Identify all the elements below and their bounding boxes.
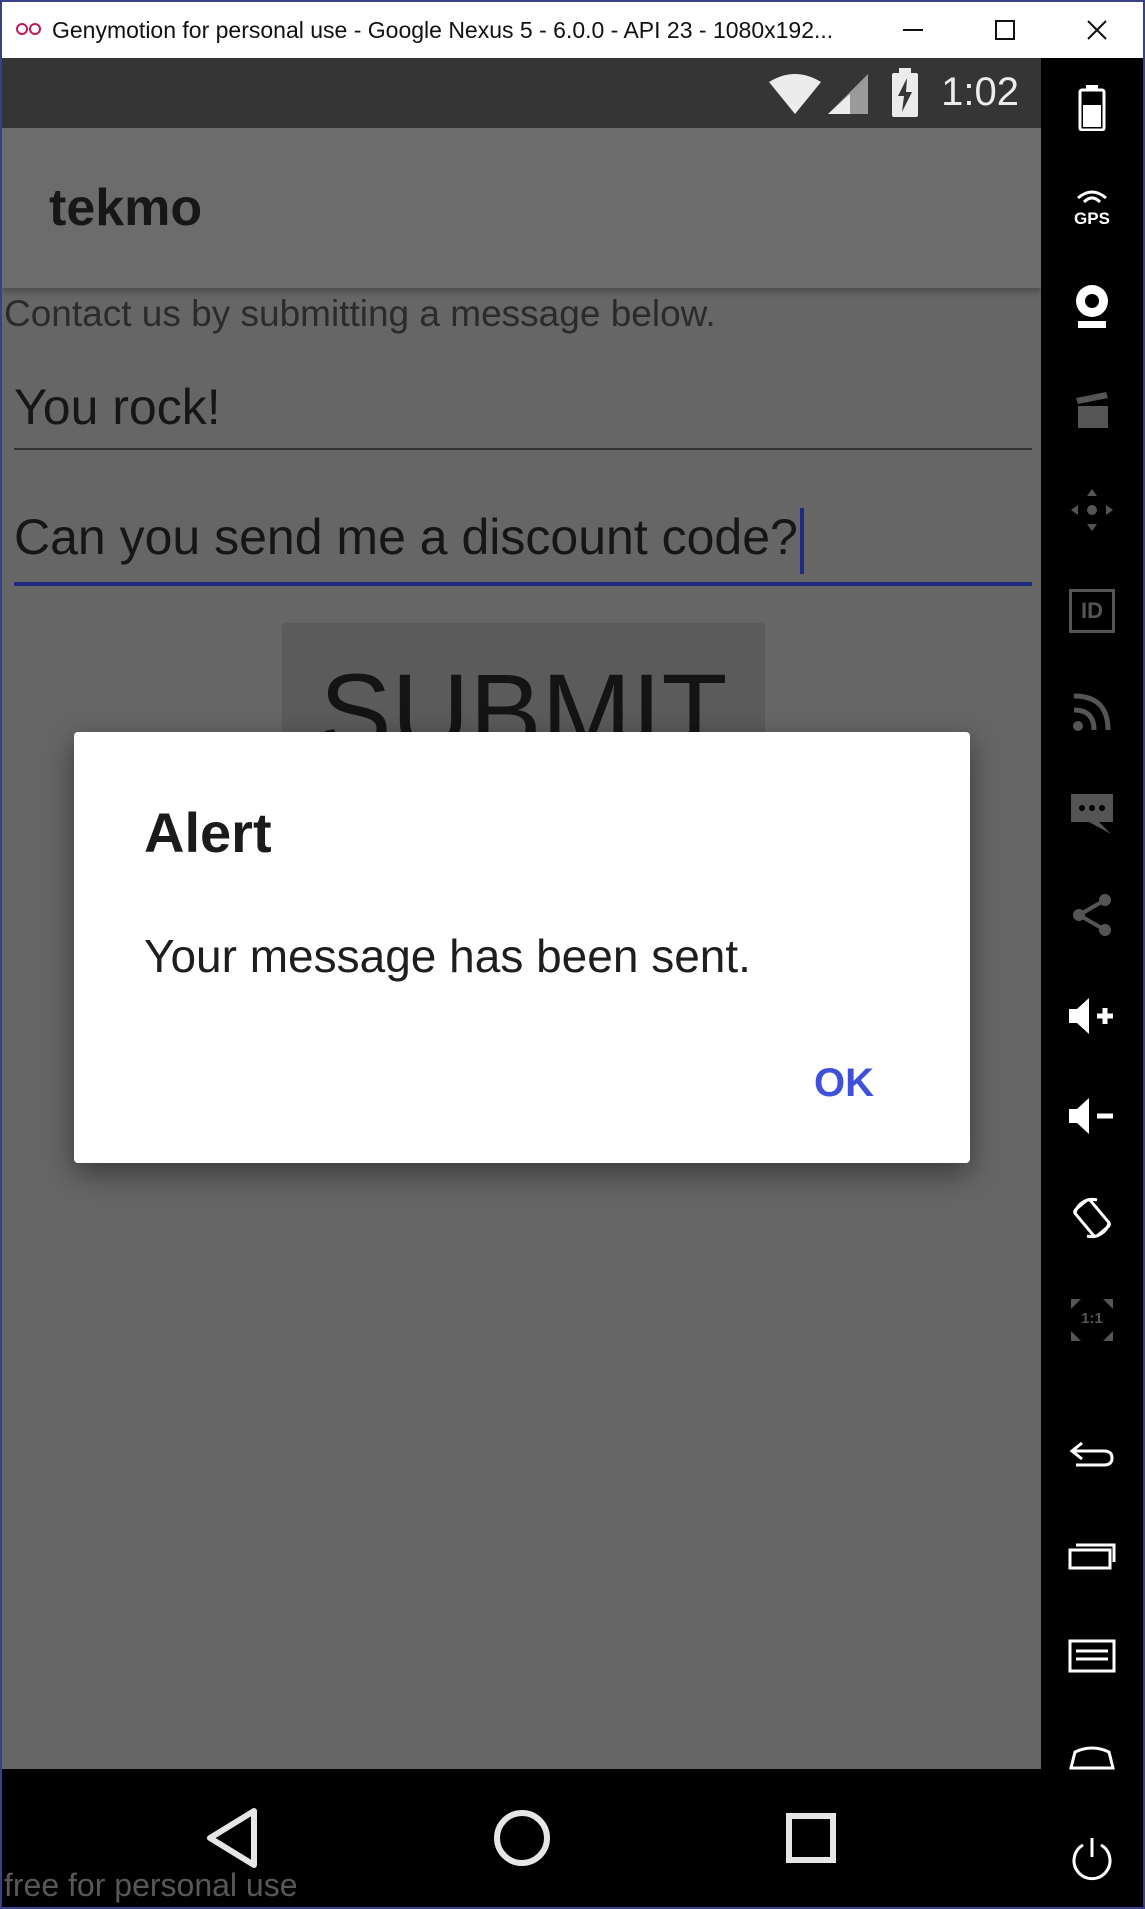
close-icon xyxy=(1087,20,1107,40)
toolbar-battery[interactable] xyxy=(1062,78,1122,138)
toolbar-pixel-perfect[interactable]: 1:1 xyxy=(1062,1290,1122,1350)
battery-icon xyxy=(1078,85,1106,131)
pixel-perfect-icon: 1:1 xyxy=(1069,1297,1115,1343)
maximize-button[interactable] xyxy=(961,2,1049,58)
webcam-icon xyxy=(1076,285,1108,328)
alert-dialog: Alert Your message has been sent. OK xyxy=(74,732,970,1163)
toolbar-rss[interactable] xyxy=(1062,682,1122,742)
dialog-ok-button[interactable]: OK xyxy=(814,1061,874,1106)
menu-icon xyxy=(1068,1639,1116,1673)
minimize-icon xyxy=(903,29,923,31)
home-icon xyxy=(1069,1746,1115,1770)
toolbar-webcam[interactable] xyxy=(1062,277,1122,337)
gps-icon xyxy=(1077,190,1107,203)
rss-icon xyxy=(1073,693,1111,731)
recents-icon[interactable] xyxy=(766,1793,856,1883)
media-icon xyxy=(1076,392,1108,428)
subject-field[interactable]: You rock! xyxy=(14,378,1032,450)
watermark-text: free for personal use xyxy=(4,1867,298,1903)
share-icon xyxy=(1073,894,1111,936)
rotate-icon xyxy=(1073,1197,1111,1239)
cellular-signal-icon xyxy=(828,74,868,114)
close-button[interactable] xyxy=(1053,2,1141,58)
volume-down-icon xyxy=(1069,1098,1113,1134)
id-label: ID xyxy=(1081,598,1103,623)
wifi-icon xyxy=(769,74,821,114)
toolbar-rotate[interactable] xyxy=(1062,1188,1122,1248)
toolbar-share[interactable] xyxy=(1062,885,1122,945)
back-icon xyxy=(1069,1441,1114,1467)
dialog-message: Your message has been sent. xyxy=(144,930,751,982)
genymotion-logo-icon xyxy=(16,20,46,41)
home-icon[interactable] xyxy=(477,1793,567,1883)
move-icon xyxy=(1071,489,1113,531)
volume-up-icon xyxy=(1069,998,1113,1034)
subject-field-value: You rock! xyxy=(14,379,221,435)
toolbar-volume-down[interactable] xyxy=(1062,1086,1122,1146)
toolbar-back[interactable] xyxy=(1062,1424,1122,1484)
text-cursor xyxy=(799,508,804,574)
message-field-value: Can you send me a discount code? xyxy=(14,509,798,566)
toolbar-media[interactable] xyxy=(1062,380,1122,440)
toolbar-recent-apps[interactable] xyxy=(1062,1525,1122,1585)
app-bar: tekmo xyxy=(2,128,1041,288)
sms-icon xyxy=(1071,794,1113,834)
status-bar: 1:02 xyxy=(2,58,1041,128)
toolbar-home[interactable] xyxy=(1062,1727,1122,1787)
id-icon: ID xyxy=(1069,589,1115,633)
toolbar-power[interactable] xyxy=(1062,1828,1122,1888)
window-title-bar: Genymotion for personal use - Google Nex… xyxy=(2,2,1143,58)
maximize-icon xyxy=(995,20,1015,40)
toolbar-move[interactable] xyxy=(1062,480,1122,540)
device-screen: 1:02 tekmo Contact us by submitting a me… xyxy=(2,58,1041,1907)
toolbar-volume-up[interactable] xyxy=(1062,986,1122,1046)
gps-label: GPS xyxy=(1074,208,1110,228)
app-title: tekmo xyxy=(49,179,203,237)
scale-label: 1:1 xyxy=(1081,1310,1103,1327)
minimize-button[interactable] xyxy=(869,2,957,58)
power-icon xyxy=(1072,1838,1112,1881)
recent-apps-icon xyxy=(1068,1543,1116,1570)
status-clock: 1:02 xyxy=(941,70,1019,114)
toolbar-menu[interactable] xyxy=(1062,1626,1122,1686)
toolbar-id[interactable]: ID xyxy=(1062,581,1122,641)
window-title: Genymotion for personal use - Google Nex… xyxy=(52,16,834,43)
dialog-title: Alert xyxy=(144,801,272,864)
toolbar-sms[interactable] xyxy=(1062,784,1122,844)
message-field[interactable]: Can you send me a discount code? xyxy=(14,508,1032,586)
emulator-toolbar: GPS ID 1:1 xyxy=(1041,58,1143,1907)
toolbar-gps[interactable]: GPS xyxy=(1062,177,1122,237)
intro-text: Contact us by submitting a message below… xyxy=(4,293,716,334)
battery-charging-icon xyxy=(892,68,918,117)
